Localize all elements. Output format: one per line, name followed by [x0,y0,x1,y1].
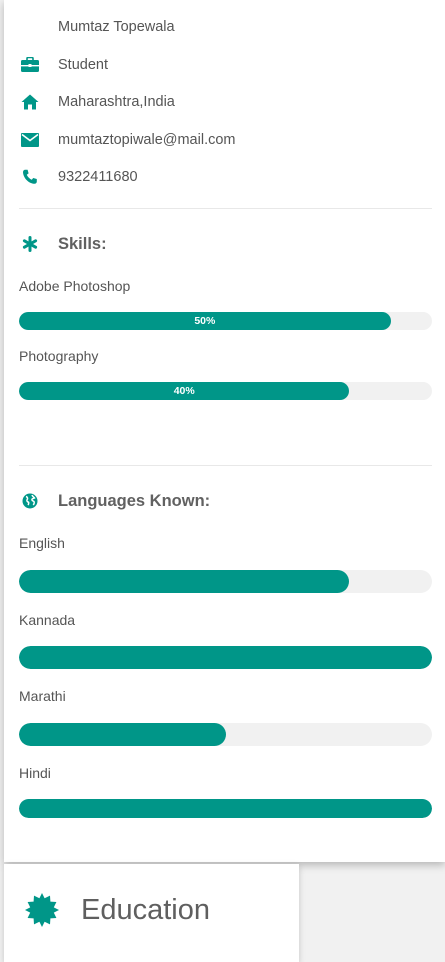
skill-progress-bar: 50% [19,312,432,330]
blank-icon [18,16,42,38]
skill-progress-fill: 50% [19,312,391,330]
language-progress-bar [19,646,432,669]
divider [19,208,432,209]
education-title: Education [81,893,210,926]
skill-progress-bar: 40% [19,382,432,400]
skills-title: Skills: [58,234,107,253]
language-progress-fill [19,646,432,669]
briefcase-icon [18,54,42,76]
location-text: Maharashtra,India [58,94,175,110]
asterisk-icon [18,232,42,256]
skill-label: Photography [19,348,99,364]
occupation-row: Student [18,54,108,76]
education-heading: Education [24,892,210,928]
envelope-icon [18,129,42,151]
language-progress-bar [19,723,432,746]
language-progress-bar [19,570,432,593]
badge-certificate-icon [24,892,60,928]
globe-icon [18,489,42,513]
location-row: Maharashtra,India [18,91,175,113]
home-icon [18,91,42,113]
languages-title: Languages Known: [58,491,211,510]
profile-name-row: Mumtaz Topewala [18,16,175,38]
divider [19,465,432,466]
profile-name: Mumtaz Topewala [58,19,175,35]
email-row: mumtaztopiwale@mail.com [18,129,236,151]
email-text[interactable]: mumtaztopiwale@mail.com [58,132,236,148]
language-label: English [19,535,65,551]
occupation-text: Student [58,57,108,73]
language-label: Marathi [19,688,66,704]
education-card: Education [4,864,299,962]
language-label: Hindi [19,765,51,781]
language-progress-fill [19,570,350,593]
language-progress-fill [19,799,432,818]
skill-label: Adobe Photoshop [19,278,131,294]
phone-icon [18,166,42,188]
phone-text[interactable]: 9322411680 [58,169,138,185]
profile-card: Mumtaz Topewala Student Maharashtra,Indi… [4,0,445,862]
language-label: Kannada [19,612,76,628]
skills-heading: Skills: [18,232,107,256]
phone-row: 9322411680 [18,166,138,188]
language-progress-fill [19,723,226,746]
language-progress-bar [19,799,432,818]
languages-heading: Languages Known: [18,489,210,513]
skill-progress-fill: 40% [19,382,350,400]
